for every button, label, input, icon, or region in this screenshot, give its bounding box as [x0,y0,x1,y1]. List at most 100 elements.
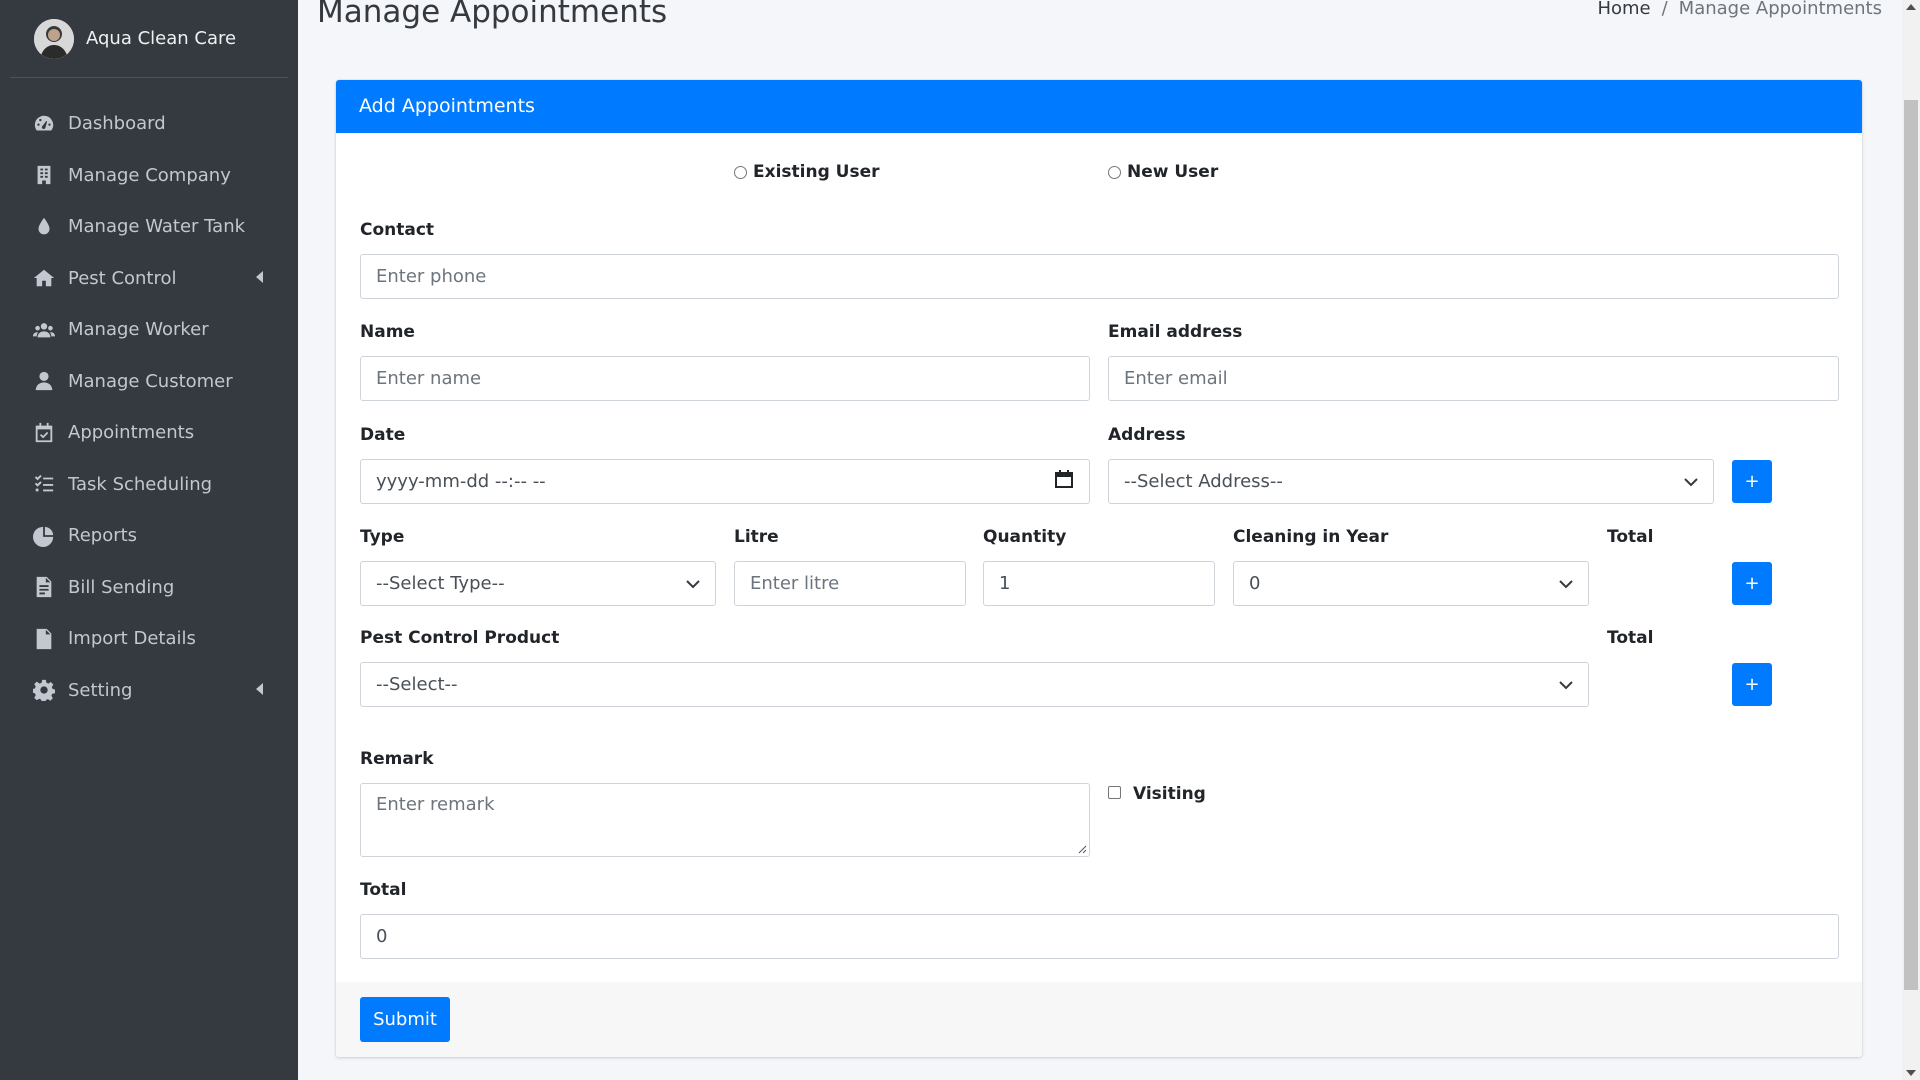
users-icon [32,318,56,342]
sidebar-item-dashboard[interactable]: Dashboard [0,98,298,150]
contact-label: Contact [360,220,435,240]
card-footer: Submit [336,982,1862,1057]
sidebar-item-setting[interactable]: Setting [0,665,298,717]
sidebar-item-appointments[interactable]: Appointments [0,407,298,459]
add-address-button[interactable]: + [1732,460,1772,503]
email-label: Email address [1108,322,1243,342]
cleaning-in-year-label: Cleaning in Year [1233,527,1389,547]
contact-placeholder: Enter phone [376,266,487,287]
quantity-value: 1 [999,573,1011,594]
litre-label: Litre [734,527,779,547]
sidebar-item-label: Manage Worker [68,319,209,341]
litre-input[interactable]: Enter litre [734,561,966,606]
add-type-button[interactable]: + [1732,562,1772,605]
card-title: Add Appointments [336,80,1862,133]
sidebar-item-label: Setting [68,679,133,701]
total-label: Total [360,880,407,900]
brand-name: Aqua Clean Care [86,28,237,49]
remark-placeholder: Enter remark [376,794,495,815]
sidebar-nav: Dashboard Manage Company Manage Water Ta… [0,78,298,716]
new-user-radio[interactable]: New User [1108,162,1218,182]
existing-user-label: Existing User [753,162,880,182]
date-input[interactable]: yyyy-mm-dd --:-- -- [360,459,1090,504]
visiting-checkbox[interactable]: Visiting [1108,784,1206,804]
contact-input[interactable]: Enter phone [360,254,1839,299]
scrollbar[interactable] [1902,0,1920,1080]
scroll-thumb[interactable] [1904,100,1918,990]
resize-handle-icon[interactable] [1077,844,1087,854]
building-icon [32,163,56,187]
name-input[interactable]: Enter name [360,356,1090,401]
chevron-down-icon [686,573,700,594]
avatar [34,18,74,59]
date-placeholder: yyyy-mm-dd --:-- -- [376,471,546,492]
sidebar-item-manage-worker[interactable]: Manage Worker [0,304,298,356]
address-label: Address [1108,425,1186,445]
chevron-down-icon [1559,573,1573,594]
pest-total-label: Total [1607,628,1654,648]
sidebar-item-reports[interactable]: Reports [0,510,298,562]
sidebar-item-pest-control[interactable]: Pest Control [0,253,298,305]
radio-button[interactable] [734,165,747,179]
scroll-up-arrow-icon[interactable] [1906,4,1916,10]
breadcrumb: Home / Manage Appointments [1597,0,1882,19]
chevron-down-icon [1559,674,1573,695]
sidebar-item-label: Pest Control [68,267,177,289]
existing-user-radio[interactable]: Existing User [734,162,880,182]
chevron-left-icon [254,268,266,289]
breadcrumb-home-link[interactable]: Home [1597,0,1650,19]
sidebar-item-label: Task Scheduling [68,473,213,495]
breadcrumb-current: Manage Appointments [1678,0,1882,19]
submit-button[interactable]: Submit [360,997,450,1042]
type-total-label: Total [1607,527,1654,547]
add-pest-product-button[interactable]: + [1732,663,1772,706]
sidebar-item-label: Manage Company [68,164,231,186]
pest-control-product-select[interactable]: --Select-- [360,662,1589,707]
remark-textarea[interactable]: Enter remark [360,783,1090,857]
calendar-check-icon [32,421,56,445]
water-drop-icon [32,215,56,239]
sidebar-item-label: Import Details [68,628,196,650]
sidebar-item-label: Appointments [68,422,195,444]
total-input[interactable]: 0 [360,914,1839,959]
sidebar-item-import-details[interactable]: Import Details [0,613,298,665]
sidebar-item-manage-customer[interactable]: Manage Customer [0,356,298,408]
email-placeholder: Enter email [1124,368,1228,389]
dashboard-icon [32,112,56,136]
address-selected: --Select Address-- [1124,471,1283,492]
total-value: 0 [376,926,388,947]
sidebar-item-label: Reports [68,525,138,547]
email-input[interactable]: Enter email [1108,356,1839,401]
checkbox[interactable] [1108,786,1121,799]
gear-icon [32,678,56,702]
sidebar: Aqua Clean Care Dashboard Manage Company… [0,0,298,1080]
chevron-left-icon [254,680,266,701]
sidebar-item-label: Manage Water Tank [68,216,246,238]
chevron-down-icon [1684,471,1698,492]
date-label: Date [360,425,406,445]
type-label: Type [360,527,405,547]
name-label: Name [360,322,415,342]
sidebar-item-label: Dashboard [68,113,166,135]
sidebar-item-manage-company[interactable]: Manage Company [0,150,298,202]
address-select[interactable]: --Select Address-- [1108,459,1714,504]
scroll-down-arrow-icon[interactable] [1906,1070,1916,1076]
add-appointments-card: Add Appointments Existing User New User … [336,80,1862,1057]
home-icon [32,266,56,290]
type-select[interactable]: --Select Type-- [360,561,716,606]
sidebar-item-manage-water-tank[interactable]: Manage Water Tank [0,201,298,253]
sidebar-item-task-scheduling[interactable]: Task Scheduling [0,459,298,511]
pest-control-product-label: Pest Control Product [360,628,560,648]
sidebar-item-label: Manage Customer [68,370,233,392]
cleaning-selected: 0 [1249,573,1261,594]
file-csv-icon [32,627,56,651]
brand-link[interactable]: Aqua Clean Care [10,0,288,78]
page-title: Manage Appointments [317,0,668,30]
radio-button[interactable] [1108,165,1121,179]
sidebar-item-bill-sending[interactable]: Bill Sending [0,562,298,614]
cleaning-in-year-select[interactable]: 0 [1233,561,1589,606]
quantity-input[interactable]: 1 [983,561,1215,606]
sidebar-item-label: Bill Sending [68,576,175,598]
quantity-label: Quantity [983,527,1067,547]
calendar-icon[interactable] [1054,469,1074,494]
